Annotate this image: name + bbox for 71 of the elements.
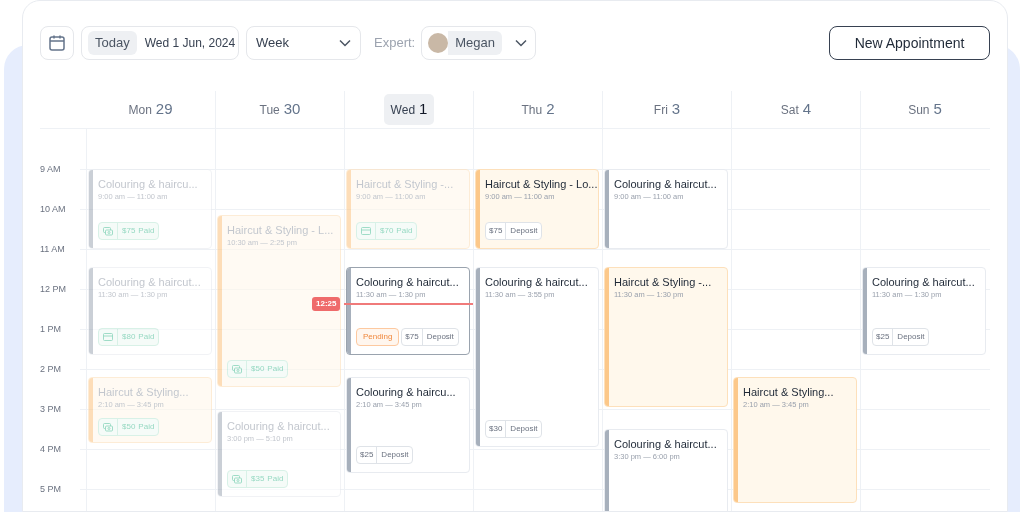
payment-status: Paid xyxy=(267,363,284,375)
payment-amount: $70 xyxy=(380,225,394,237)
payment-amount: $80 xyxy=(122,331,136,343)
today-button[interactable]: Today xyxy=(88,31,137,55)
view-select[interactable]: Week xyxy=(246,26,361,60)
hour-label: 5 PM xyxy=(40,483,64,495)
chevron-down-icon xyxy=(515,39,528,47)
payment-amount: $50 xyxy=(122,421,136,433)
credit-card-icon xyxy=(361,227,371,235)
payment-status: Paid xyxy=(138,225,155,237)
cash-icon xyxy=(232,474,242,484)
hour-label: 1 PM xyxy=(40,323,64,335)
payment-status: Deposit xyxy=(896,331,926,343)
payment-amount: $75 xyxy=(122,225,136,237)
cash-icon xyxy=(103,226,113,236)
appointment-title: Colouring & haircut... xyxy=(485,275,588,290)
payment-status: Deposit xyxy=(425,331,455,343)
day-header[interactable]: Sat 4 xyxy=(773,94,819,125)
appointment-title: Haircut & Styling -... xyxy=(614,275,712,290)
day-header[interactable]: Mon 29 xyxy=(121,94,180,125)
payment-amount: $35 xyxy=(251,473,265,485)
status-tag: Pending xyxy=(356,328,400,346)
new-appointment-button[interactable]: New Appointment xyxy=(829,26,990,60)
chevron-down-icon xyxy=(339,39,351,47)
payment-amount: $25 xyxy=(357,447,378,463)
avatar-icon xyxy=(428,33,449,53)
credit-card-icon xyxy=(103,333,113,341)
payment-status: Deposit xyxy=(509,423,539,435)
payment-amount: $50 xyxy=(251,363,265,375)
current-time-badge: 12:25 xyxy=(312,297,341,311)
appointment-title: Haircut & Styling - L... xyxy=(227,223,334,238)
hour-label: 4 PM xyxy=(40,443,64,455)
payment-status: Paid xyxy=(138,421,155,433)
hour-label: 2 PM xyxy=(40,363,64,375)
appointment-title: Colouring & haircu... xyxy=(98,177,198,192)
expert-label: Expert: xyxy=(374,34,416,53)
day-header[interactable]: Sun 5 xyxy=(901,94,949,125)
payment-status: Paid xyxy=(396,225,413,237)
payment-amount: $30 xyxy=(486,421,507,437)
appointment-title: Colouring & haircut... xyxy=(614,177,717,192)
day-header[interactable]: Wed 1 xyxy=(383,94,435,125)
appointment-title: Colouring & haircut... xyxy=(614,437,717,452)
payment-amount: $25 xyxy=(873,329,894,345)
day-header[interactable]: Fri 3 xyxy=(646,94,688,125)
appointment-title: Colouring & haircut... xyxy=(356,275,459,290)
cash-icon xyxy=(103,422,113,432)
payment-status: Deposit xyxy=(509,225,539,237)
appointment-title: Colouring & haircu... xyxy=(356,385,456,400)
payment-amount: $75 xyxy=(402,329,423,345)
calendar-button[interactable] xyxy=(40,26,74,60)
appointment-title: Haircut & Styling... xyxy=(98,385,189,400)
appointment-title: Colouring & haircut... xyxy=(227,419,330,434)
appointment-title: Colouring & haircut... xyxy=(98,275,201,290)
appointment-title: Colouring & haircut... xyxy=(872,275,975,290)
date-field[interactable]: Today Wed 1 Jun, 2024 xyxy=(81,26,239,60)
day-header[interactable]: Tue 30 xyxy=(252,94,308,125)
calendar-icon xyxy=(48,34,66,52)
appointment-title: Haircut & Styling -... xyxy=(356,177,454,192)
payment-amount: $75 xyxy=(486,223,507,239)
appointment-title: Haircut & Styling... xyxy=(743,385,834,400)
date-text: Wed 1 Jun, 2024 xyxy=(144,35,236,52)
payment-status: Paid xyxy=(267,473,284,485)
expert-select[interactable]: Megan xyxy=(421,26,537,60)
expert-name: Megan xyxy=(448,31,502,55)
payment-status: Paid xyxy=(138,331,155,343)
cash-icon xyxy=(232,364,242,374)
hour-label: 3 PM xyxy=(40,403,64,415)
day-header[interactable]: Thu 2 xyxy=(514,94,562,125)
hour-label: 12 PM xyxy=(40,283,69,295)
appointment-title: Haircut & Styling - Lo... xyxy=(485,177,598,192)
payment-status: Deposit xyxy=(380,449,410,461)
